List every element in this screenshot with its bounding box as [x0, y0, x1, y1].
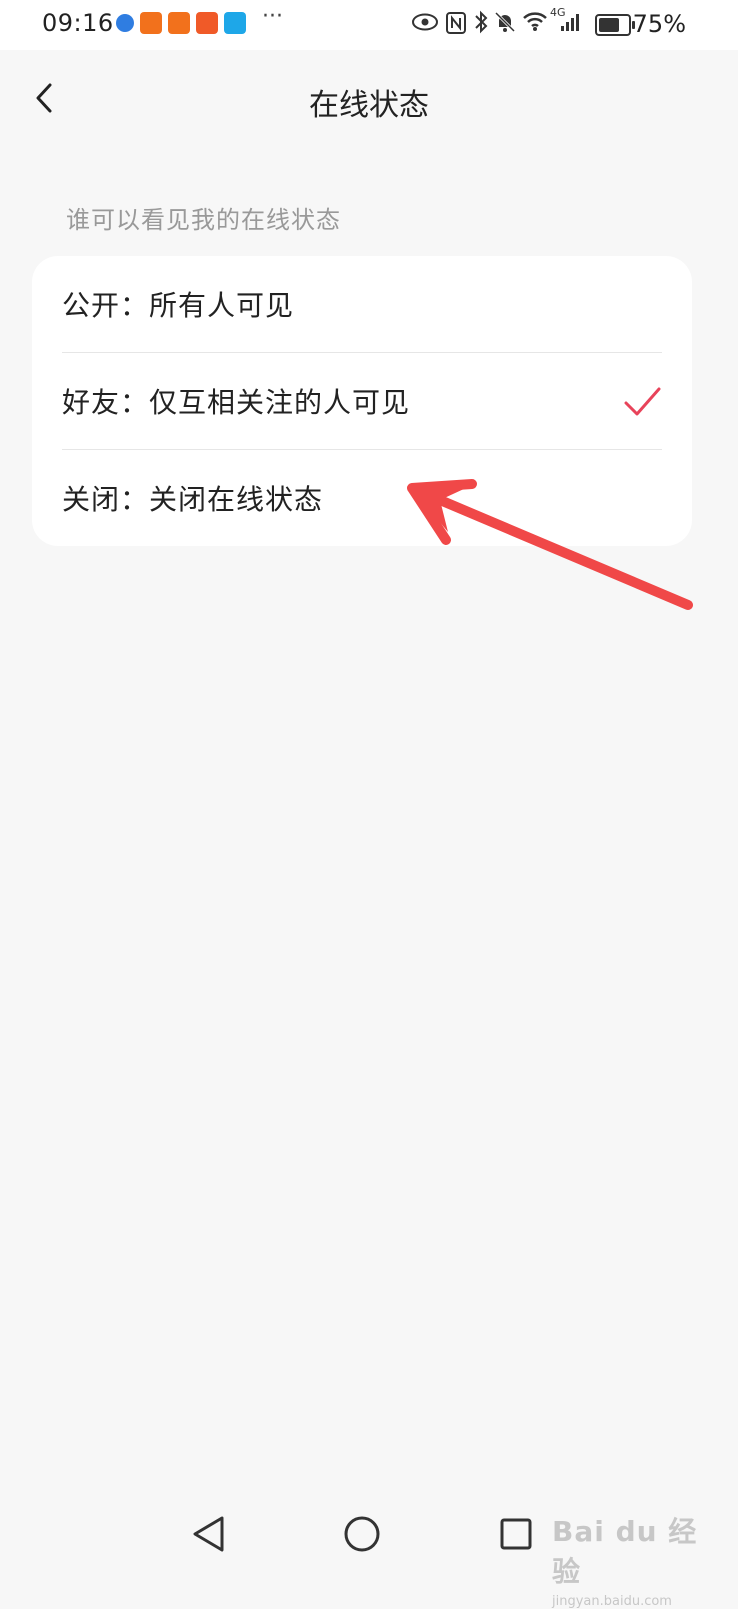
app-icon-4 [224, 12, 246, 34]
status-app-icons [116, 12, 246, 34]
option-label: 公开：所有人可见 [62, 289, 295, 322]
annotation-arrow-icon [407, 479, 693, 610]
option-friends[interactable]: 好友：仅互相关注的人可见 [62, 353, 662, 449]
watermark-brand: Bai du 经验 [552, 1515, 698, 1588]
header: 在线状态 [0, 50, 738, 150]
page-title: 在线状态 [309, 88, 429, 123]
watermark-url: jingyan.baidu.com [552, 1594, 672, 1609]
battery-icon [595, 14, 635, 36]
square-recents-icon [500, 1518, 532, 1550]
app-icon-1 [140, 12, 162, 34]
nav-recents-button[interactable] [486, 1504, 546, 1564]
battery-level: 75% [632, 10, 686, 38]
option-label: 关闭：关闭在线状态 [62, 483, 324, 516]
eye-icon [412, 12, 438, 36]
checkmark-icon [624, 387, 661, 416]
section-label: 谁可以看见我的在线状态 [66, 206, 341, 234]
status-time: 09:16 [42, 9, 114, 37]
bell-off-icon [494, 11, 516, 38]
circle-home-icon [344, 1516, 380, 1552]
app-icon-2 [168, 12, 190, 34]
nav-back-button[interactable] [178, 1504, 238, 1564]
bluetooth-icon [474, 10, 488, 39]
signal-icon [560, 12, 582, 37]
option-public[interactable]: 公开：所有人可见 [62, 256, 662, 352]
option-label: 好友：仅互相关注的人可见 [62, 386, 411, 419]
wifi-icon [522, 10, 548, 37]
nfc-icon [446, 12, 466, 39]
nav-home-button[interactable] [332, 1504, 392, 1564]
browser-app-icon [116, 14, 134, 32]
app-icon-3 [196, 12, 218, 34]
triangle-back-icon [193, 1516, 224, 1552]
more-notifications-icon: ··· [262, 4, 283, 29]
status-bar: 09:16 ··· 4G 75% [0, 0, 738, 50]
baidu-watermark: Bai du 经验 jingyan.baidu.com [552, 1510, 702, 1609]
